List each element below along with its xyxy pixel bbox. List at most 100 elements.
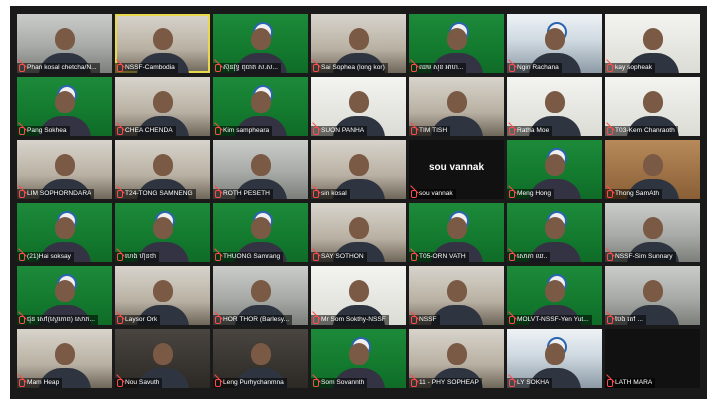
muted-mic-icon — [19, 316, 25, 324]
participant-name: TIM TISH — [419, 127, 448, 134]
participant-name-bar: Ratha Moe — [507, 126, 553, 136]
participant-video-head — [54, 280, 75, 302]
participant-tile[interactable]: Sai Sophea (long kor) — [311, 14, 406, 73]
muted-mic-icon — [607, 64, 613, 72]
participant-video-head — [152, 91, 173, 113]
participant-name: ស៊ុនវុទ្ធី ពុធាត ស.ស... — [223, 64, 278, 71]
participant-tile[interactable]: TIM TISH — [409, 77, 504, 136]
participant-tile[interactable]: sou vannak sou vannak — [409, 140, 504, 199]
muted-mic-icon — [313, 127, 319, 135]
participant-name-bar: NSSF-Cambodia — [115, 63, 178, 73]
participant-name-bar: THUONG Samrang — [213, 252, 284, 262]
participant-video-head — [642, 280, 663, 302]
participant-name-bar: ROTH PESETH — [213, 189, 273, 199]
participant-tile[interactable]: ជុន សៅ(ស្ថេរភាព) សោភ... — [17, 266, 112, 325]
participant-tile[interactable]: 11 - PHY SOPHEAP — [409, 329, 504, 388]
participant-tile[interactable]: Ngin Rachana — [507, 14, 602, 73]
participant-name: LY SOKHA — [517, 379, 550, 386]
participant-tile[interactable]: Kim sampheara — [213, 77, 308, 136]
participant-tile[interactable]: (21)Hai soksay — [17, 203, 112, 262]
participant-name: Nou Savuth — [125, 379, 160, 386]
participant-tile[interactable]: ប៉ែង តៅ ... — [605, 266, 700, 325]
participant-tile[interactable]: SAY SOTHON — [311, 203, 406, 262]
participant-tile[interactable]: T05-ORN VATH — [409, 203, 504, 262]
participant-name-bar: Ngin Rachana — [507, 63, 562, 73]
participant-tile[interactable]: T03-Kem Chanraoth — [605, 77, 700, 136]
participant-video-head — [250, 217, 271, 239]
participant-tile[interactable]: Phan kosal chetcha/N... — [17, 14, 112, 73]
participant-name-bar: 11 - PHY SOPHEAP — [409, 378, 482, 388]
participant-tile[interactable]: សោភា ឈ.. — [507, 203, 602, 262]
participant-name: CHEA CHENDA — [125, 127, 173, 134]
muted-mic-icon — [607, 190, 613, 198]
muted-mic-icon — [313, 190, 319, 198]
participant-tile[interactable]: LATH MARA — [605, 329, 700, 388]
participant-tile[interactable]: ស៊ុនវុទ្ធី ពុធាត ស.ស... — [213, 14, 308, 73]
participant-tile[interactable]: Mr Som Sokthy-NSSF — [311, 266, 406, 325]
participant-name: NSSF — [419, 316, 437, 323]
participant-video-head — [348, 28, 369, 50]
participant-name-bar: Pang Sokhea — [17, 126, 70, 136]
participant-tile[interactable]: Nou Savuth — [115, 329, 210, 388]
participant-name: Meng Hong — [517, 190, 552, 197]
participant-tile[interactable]: Thong SamAth — [605, 140, 700, 199]
participant-name-bar: LY SOKHA — [507, 378, 553, 388]
participant-tile[interactable]: NSSF-Cambodia — [115, 14, 210, 73]
participant-tile[interactable]: Leng Purhychanmna — [213, 329, 308, 388]
participant-name-bar: Sai Sophea (long kor) — [311, 63, 388, 73]
participant-name-bar: T03-Kem Chanraoth — [605, 126, 678, 136]
participant-display-name: sou vannak — [428, 162, 485, 173]
participant-name: sou vannak — [419, 190, 453, 197]
participant-name: sin kosal — [321, 190, 347, 197]
participant-tile[interactable]: MOLVT-NSSF-Yen Yut... — [507, 266, 602, 325]
participant-name: Som Sovannth — [321, 379, 365, 386]
participant-tile[interactable]: Laysor Ork — [115, 266, 210, 325]
participant-video-head — [250, 28, 271, 50]
participant-tile[interactable]: Pang Sokhea — [17, 77, 112, 136]
participant-tile[interactable]: Mam Heap — [17, 329, 112, 388]
muted-mic-icon — [117, 316, 123, 324]
participant-name: HOR THOR (Barlesy... — [223, 316, 290, 323]
participant-name-bar: T24-TONG SAMNENG — [115, 189, 196, 199]
muted-mic-icon — [607, 316, 613, 324]
participant-video-head — [544, 343, 565, 365]
muted-mic-icon — [215, 379, 221, 387]
participant-name-bar: Meng Hong — [507, 189, 555, 199]
participant-tile[interactable]: NSSF — [409, 266, 504, 325]
participant-video-head — [250, 154, 271, 176]
muted-mic-icon — [509, 190, 515, 198]
participant-tile[interactable]: CHEA CHENDA — [115, 77, 210, 136]
participant-tile[interactable]: SUON PANHA — [311, 77, 406, 136]
participant-tile[interactable]: sin kosal — [311, 140, 406, 199]
participant-video-head — [544, 28, 565, 50]
participant-tile[interactable]: Som Sovannth — [311, 329, 406, 388]
participant-tile[interactable]: LY SOKHA — [507, 329, 602, 388]
participant-tile[interactable]: ឈឹម សុខ អាហ... — [409, 14, 504, 73]
muted-mic-icon — [509, 127, 515, 135]
participant-name: THUONG Samrang — [223, 253, 281, 260]
participant-video-head — [544, 280, 565, 302]
participant-name: MOLVT-NSSF-Yen Yut... — [517, 316, 589, 323]
participant-tile[interactable]: HOR THOR (Barlesy... — [213, 266, 308, 325]
participant-tile[interactable]: Ratha Moe — [507, 77, 602, 136]
participant-tile[interactable]: Meng Hong — [507, 140, 602, 199]
participant-tile[interactable]: THUONG Samrang — [213, 203, 308, 262]
participant-name-bar: Nou Savuth — [115, 378, 163, 388]
muted-mic-icon — [313, 316, 319, 324]
participant-tile[interactable]: T24-TONG SAMNENG — [115, 140, 210, 199]
participant-video-head — [152, 28, 173, 50]
participant-video-head — [250, 343, 271, 365]
muted-mic-icon — [117, 64, 123, 72]
participant-tile[interactable]: kay sopheak — [605, 14, 700, 73]
participant-tile[interactable]: NSSF-Sim Sunnary — [605, 203, 700, 262]
participant-name: Ratha Moe — [517, 127, 550, 134]
participant-tile[interactable]: ROTH PESETH — [213, 140, 308, 199]
participant-tile[interactable]: ហេង ហ៊ុនថា — [115, 203, 210, 262]
muted-mic-icon — [215, 127, 221, 135]
participant-tile[interactable]: LIM SOPHORNDARA — [17, 140, 112, 199]
participant-name: LIM SOPHORNDARA — [27, 190, 92, 197]
muted-mic-icon — [509, 253, 515, 261]
participant-video-head — [348, 91, 369, 113]
participant-name-bar: MOLVT-NSSF-Yen Yut... — [507, 315, 592, 325]
muted-mic-icon — [607, 379, 613, 387]
